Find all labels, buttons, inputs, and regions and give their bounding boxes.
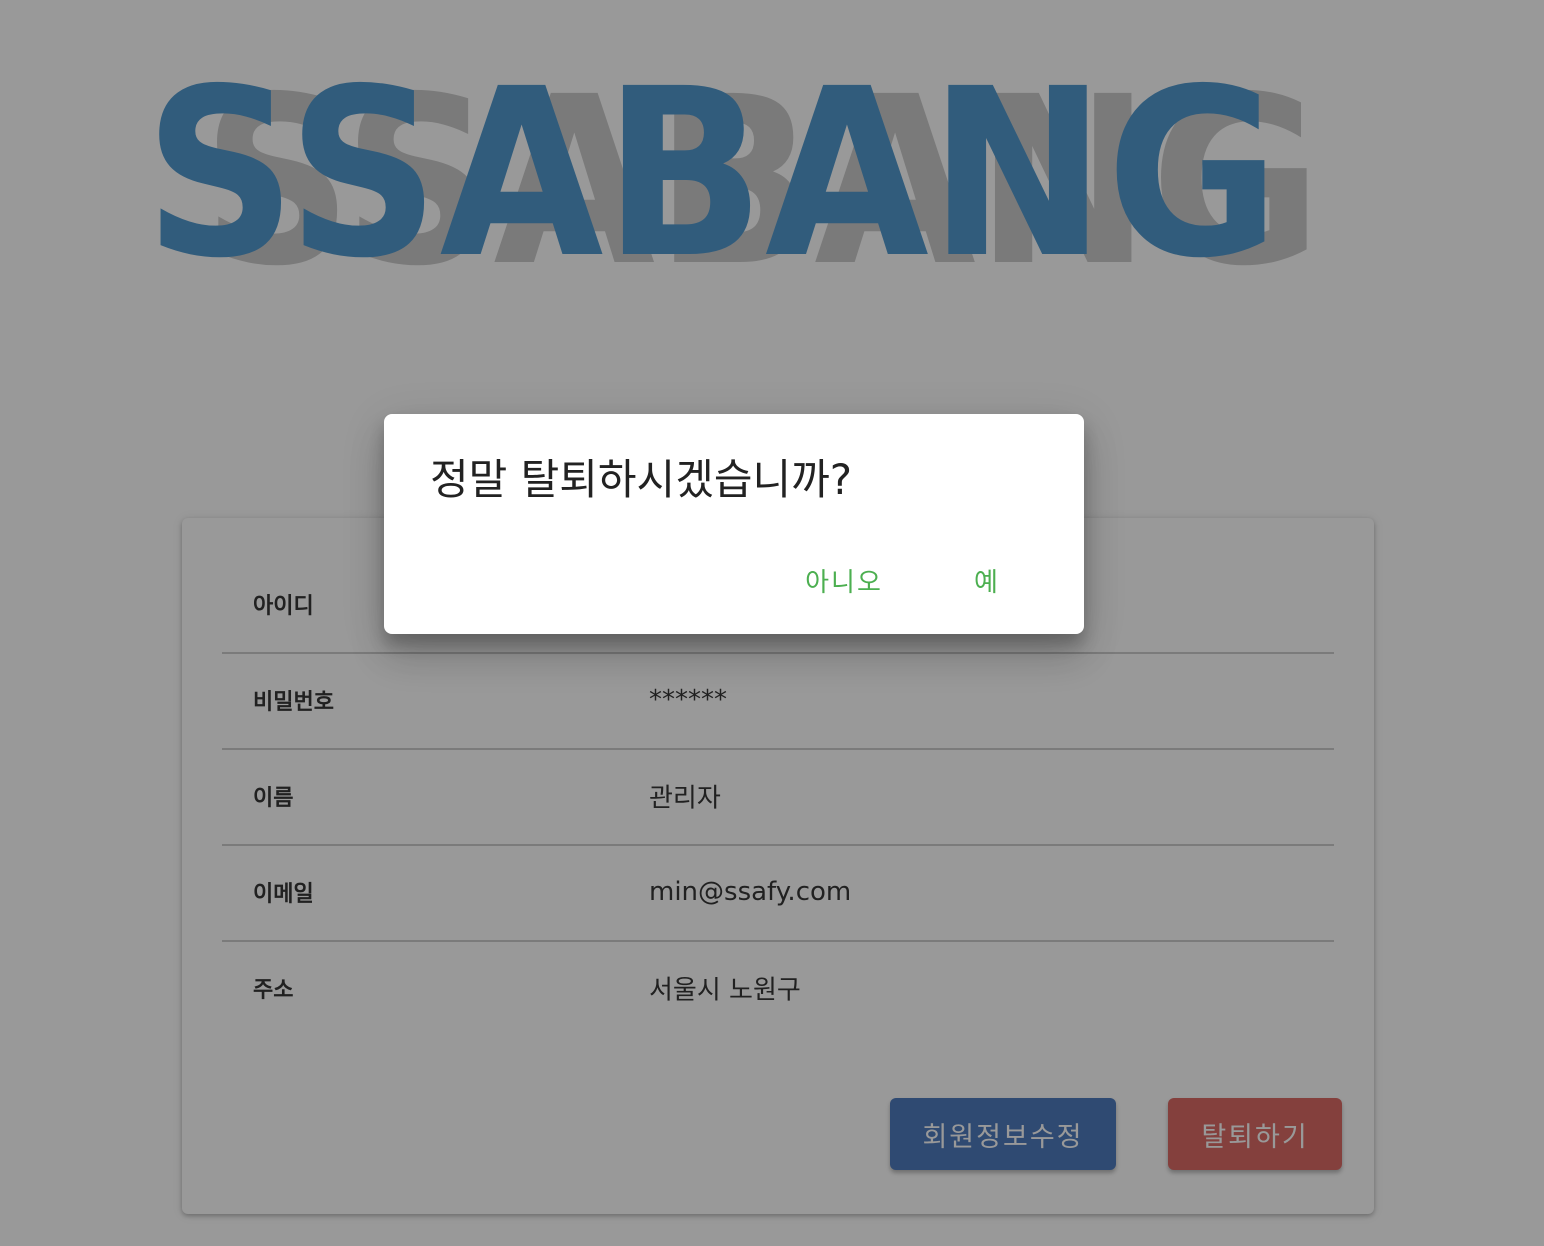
page: SSABANG SSABANG 아이디 비밀번호 ****** 이름 관리자 이… (0, 0, 1544, 1246)
dialog-yes-button[interactable]: 예 (952, 554, 1022, 606)
confirm-dialog: 정말 탈퇴하시겠습니까? 아니오 예 (384, 414, 1084, 634)
dialog-no-button[interactable]: 아니오 (788, 554, 900, 606)
dialog-title: 정말 탈퇴하시겠습니까? (430, 455, 853, 504)
